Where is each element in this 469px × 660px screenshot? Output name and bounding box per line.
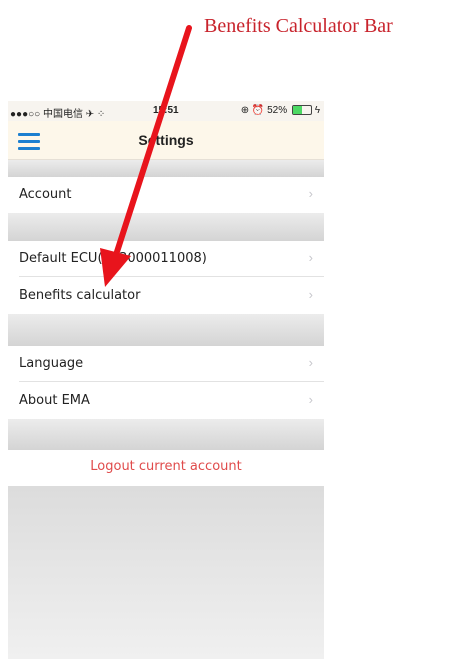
annotation-title: Benefits Calculator Bar	[204, 15, 393, 37]
battery-percent: 52%	[267, 105, 288, 116]
divider	[19, 381, 324, 382]
phone-screen: ●●●○○ 中国电信 ✈ ⁘ 15:51 ⊕ ⏰ 52% ϟ Settings …	[8, 101, 324, 659]
logout-row: Logout current account	[8, 450, 324, 486]
row-label: Account	[19, 187, 72, 202]
settings-row-account[interactable]: Account ›	[8, 177, 324, 213]
rotation-lock-icon: ⊕	[240, 105, 250, 116]
chevron-right-icon: ›	[308, 287, 313, 302]
settings-row-default-ecu[interactable]: Default ECU(203000011008) ›	[8, 241, 324, 277]
section-gap	[8, 419, 324, 450]
row-label: Default ECU(203000011008)	[19, 251, 207, 266]
section-gap	[8, 213, 324, 241]
row-label: Benefits calculator	[19, 288, 141, 303]
row-label: Language	[19, 356, 84, 371]
row-label: About EMA	[19, 393, 90, 408]
section-gap	[8, 314, 324, 346]
carrier-signal: ●●●○○ 中国电信 ✈ ⁘	[10, 109, 106, 120]
battery-icon	[291, 105, 312, 116]
logout-button[interactable]: Logout current account	[8, 459, 324, 474]
status-right: ⊕ ⏰ 52% ϟ	[241, 105, 320, 116]
page-title: Settings	[138, 132, 194, 148]
alarm-icon: ⏰	[251, 105, 265, 116]
chevron-right-icon: ›	[308, 392, 313, 407]
chevron-right-icon: ›	[308, 186, 313, 201]
nav-bar: Settings	[8, 121, 324, 160]
settings-row-language[interactable]: Language ›	[8, 346, 324, 382]
settings-row-benefits-calculator[interactable]: Benefits calculator ›	[8, 278, 324, 314]
divider	[19, 276, 324, 277]
status-bar: ●●●○○ 中国电信 ✈ ⁘ 15:51 ⊕ ⏰ 52% ϟ	[8, 101, 324, 121]
section-gap	[8, 160, 324, 177]
empty-area	[8, 486, 324, 659]
chevron-right-icon: ›	[308, 250, 313, 265]
status-time: 15:51	[153, 105, 179, 116]
settings-row-about[interactable]: About EMA ›	[8, 383, 324, 419]
charging-icon: ϟ	[314, 105, 320, 116]
chevron-right-icon: ›	[308, 355, 313, 370]
